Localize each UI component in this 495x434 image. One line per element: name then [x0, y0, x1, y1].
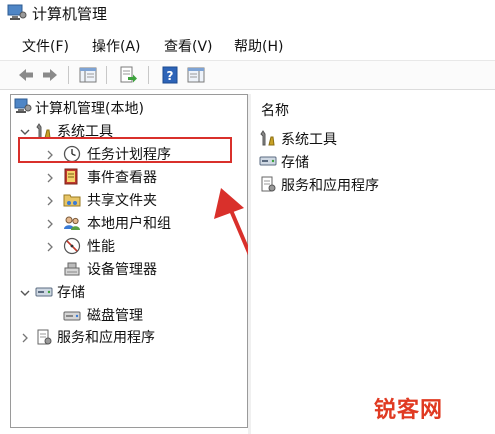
properties-icon[interactable] [186, 65, 206, 85]
tree-item-services-apps[interactable]: 服务和应用程序 [57, 327, 155, 347]
tree-item-local-users[interactable]: 本地用户和组 [87, 213, 171, 233]
list-item-label: 服务和应用程序 [281, 178, 379, 194]
chevron-right-icon[interactable] [44, 218, 56, 230]
tree-item-performance[interactable]: 性能 [87, 236, 115, 256]
menu-view[interactable]: 查看(V) [164, 36, 213, 56]
services-icon [37, 329, 52, 345]
chevron-right-icon[interactable] [44, 172, 56, 184]
computer-management-icon [7, 4, 27, 20]
menu-help[interactable]: 帮助(H) [234, 36, 283, 56]
users-icon [64, 216, 80, 230]
svg-text:?: ? [167, 69, 174, 83]
column-header-name[interactable]: 名称 [261, 100, 289, 120]
toolbar-separator [148, 66, 149, 84]
tree-item-shared-folders[interactable]: 共享文件夹 [87, 190, 157, 210]
tree-item-root[interactable]: 计算机管理(本地) [35, 98, 144, 118]
computer-management-icon [14, 98, 32, 113]
forward-arrow-icon[interactable] [40, 65, 60, 85]
shared-folder-icon [63, 194, 81, 207]
chevron-right-icon[interactable] [44, 195, 56, 207]
watermark-logo: 锐客网 [374, 398, 444, 423]
tree-item-storage[interactable]: 存储 [57, 282, 85, 302]
services-icon [261, 176, 276, 192]
toolbar: ? [0, 60, 495, 90]
list-item-label: 存储 [281, 155, 309, 171]
chevron-right-icon[interactable] [44, 241, 56, 253]
storage-icon [35, 287, 53, 297]
storage-icon [259, 156, 277, 166]
toolbar-separator [106, 66, 107, 84]
back-arrow-icon[interactable] [16, 65, 36, 85]
list-item-label: 系统工具 [281, 132, 337, 148]
toolbar-separator [68, 66, 69, 84]
help-icon[interactable]: ? [160, 65, 180, 85]
tree-item-device-manager[interactable]: 设备管理器 [87, 259, 157, 279]
export-list-icon[interactable] [118, 65, 138, 85]
disk-management-icon [63, 311, 81, 321]
device-manager-icon [64, 262, 80, 276]
details-pane: 名称 系统工具 存储 服务和应用程序 [251, 94, 495, 434]
chevron-down-icon[interactable] [19, 287, 31, 299]
tree-item-disk-management[interactable]: 磁盘管理 [87, 305, 143, 325]
tools-icon [260, 130, 275, 146]
performance-icon [63, 237, 81, 255]
menu-bar: 文件(F) 操作(A) 查看(V) 帮助(H) [0, 32, 495, 58]
menu-action[interactable]: 操作(A) [92, 36, 141, 56]
tree-item-event-viewer[interactable]: 事件查看器 [87, 167, 157, 187]
title-bar: 计算机管理 [0, 0, 495, 26]
window-title: 计算机管理 [32, 5, 108, 23]
show-tree-icon[interactable] [78, 65, 98, 85]
menu-file[interactable]: 文件(F) [22, 36, 69, 56]
highlight-box [18, 137, 232, 163]
event-viewer-icon [64, 168, 78, 185]
chevron-right-icon[interactable] [19, 332, 31, 344]
